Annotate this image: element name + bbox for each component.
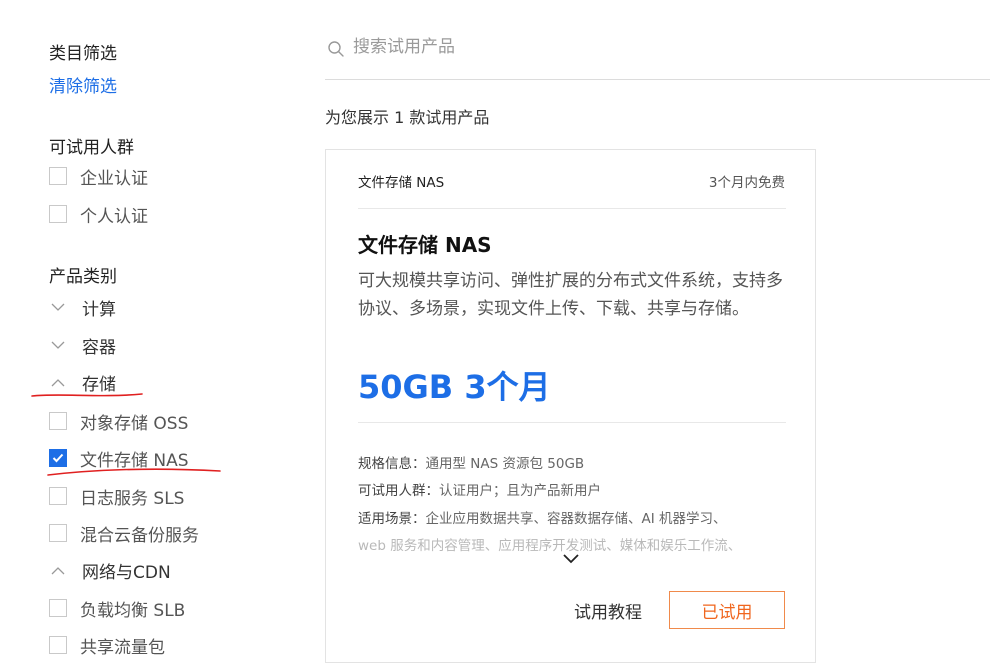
search-input[interactable] [353, 37, 953, 57]
card-description: 可大规模共享访问、弹性扩展的分布式文件系统，支持多协议、多场景，实现文件上传、下… [358, 271, 783, 319]
checkbox[interactable] [49, 412, 67, 430]
audience-value: 认证用户；且为产品新用户 [439, 483, 601, 499]
card-price: 50GB 3个月 [358, 368, 551, 406]
checkbox-label: 负载均衡 SLB [80, 600, 186, 621]
already-tried-button[interactable]: 已试用 [669, 591, 785, 629]
category-group-label: 计算 [82, 299, 116, 320]
scene-info-line: 适用场景：企业应用数据共享、容器数据存储、AI 机器学习、 [358, 507, 727, 527]
search-icon [327, 40, 345, 58]
storage-item-oss[interactable]: 对象存储 OSS [49, 410, 189, 434]
checkbox-checked[interactable] [49, 449, 67, 467]
expand-chevron-icon[interactable] [562, 550, 580, 564]
checkbox[interactable] [49, 487, 67, 505]
category-group-compute[interactable]: 计算 [49, 296, 116, 320]
checkbox-label: 个人认证 [80, 206, 148, 227]
checkbox[interactable] [49, 167, 67, 185]
category-group-storage[interactable]: 存储 [49, 371, 116, 395]
storage-item-hybrid-backup[interactable]: 混合云备份服务 [49, 522, 199, 546]
checkbox-label: 日志服务 SLS [80, 488, 185, 509]
network-item-slb[interactable]: 负载均衡 SLB [49, 597, 186, 621]
checkbox-label: 企业认证 [80, 168, 148, 189]
search-bar [325, 30, 990, 80]
category-group-label: 网络与CDN [82, 562, 171, 583]
audience-option-enterprise[interactable]: 企业认证 [49, 165, 148, 189]
spec-label: 规格信息： [358, 456, 426, 472]
scene-info-line-faded: web 服务和内容管理、应用程序开发测试、媒体和娱乐工作流、 [358, 538, 742, 554]
category-group-label: 存储 [82, 374, 116, 395]
chevron-down-icon [49, 298, 67, 316]
trial-products-page: 类目筛选 清除筛选 可试用人群 企业认证 个人认证 产品类别 计算 容器 存储 … [0, 0, 990, 665]
card-free-period-tag: 3个月内免费 [708, 175, 785, 191]
trial-tutorial-link[interactable]: 试用教程 [574, 598, 642, 623]
card-divider [358, 422, 786, 423]
network-item-traffic-package[interactable]: 共享流量包 [49, 634, 165, 658]
storage-item-nas[interactable]: 文件存储 NAS [49, 447, 189, 471]
checkbox[interactable] [49, 636, 67, 654]
category-group-container[interactable]: 容器 [49, 334, 116, 358]
clear-filter-link[interactable]: 清除筛选 [49, 72, 117, 97]
card-divider [358, 208, 786, 209]
checkbox-label: 混合云备份服务 [80, 525, 199, 546]
category-group-label: 容器 [82, 337, 116, 358]
checkbox-label: 共享流量包 [80, 637, 165, 658]
checkbox-label: 对象存储 OSS [80, 413, 189, 434]
audience-label: 可试用人群： [358, 483, 439, 499]
checkbox[interactable] [49, 524, 67, 542]
checkmark-icon [52, 453, 64, 463]
card-title: 文件存储 NAS [358, 233, 492, 257]
card-header-name: 文件存储 NAS [358, 175, 445, 191]
category-group-network[interactable]: 网络与CDN [49, 559, 171, 583]
spec-value: 通用型 NAS 资源包 50GB [425, 456, 585, 472]
audience-option-personal[interactable]: 个人认证 [49, 203, 148, 227]
checkbox-label: 文件存储 NAS [80, 450, 189, 471]
product-card: 文件存储 NAS 3个月内免费 文件存储 NAS 可大规模共享访问、弹性扩展的分… [325, 149, 816, 663]
checkbox[interactable] [49, 599, 67, 617]
checkbox[interactable] [49, 205, 67, 223]
chevron-up-icon [49, 561, 67, 579]
spec-info-line: 规格信息：通用型 NAS 资源包 50GB [358, 452, 584, 472]
storage-item-sls[interactable]: 日志服务 SLS [49, 485, 185, 509]
scene-label: 适用场景： [358, 511, 426, 527]
chevron-up-icon [49, 373, 67, 391]
result-count-text: 为您展示 1 款试用产品 [325, 108, 490, 127]
audience-section-title: 可试用人群 [49, 138, 134, 158]
audience-info-line: 可试用人群：认证用户；且为产品新用户 [358, 479, 601, 499]
filter-sidebar: 类目筛选 清除筛选 可试用人群 企业认证 个人认证 产品类别 计算 容器 存储 … [0, 0, 300, 665]
filter-title: 类目筛选 [49, 44, 117, 64]
chevron-down-icon [49, 336, 67, 354]
scene-value: 企业应用数据共享、容器数据存储、AI 机器学习、 [425, 511, 727, 527]
category-section-title: 产品类别 [49, 267, 117, 287]
